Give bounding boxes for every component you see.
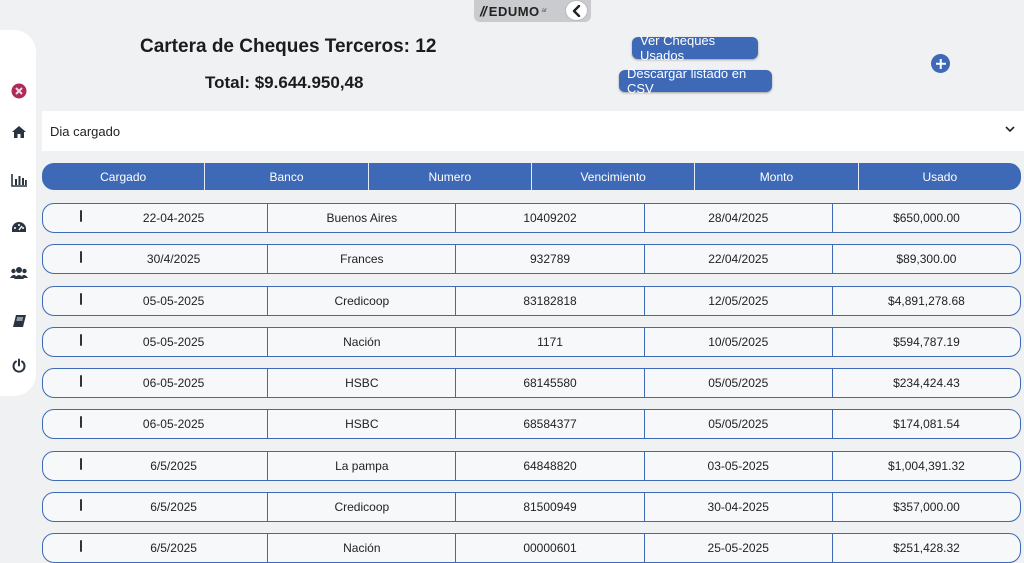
dashboard-icon[interactable] [10,218,28,236]
cell-monto: $174,081.54 [893,417,960,431]
cell-vencimiento: 28/04/2025 [645,204,833,232]
cell-monto: $357,000.00 [893,500,960,514]
cell-vencimiento: 25-05-2025 [645,534,833,562]
cell-vencimiento: 22/04/2025 [645,245,833,273]
table-row[interactable]: 30/4/2025 Frances 932789 22/04/2025 $89,300.… [42,244,1021,274]
cell-banco: Frances [268,245,457,273]
cell-cargado: 22-04-2025 [80,204,269,232]
cell-banco: La pampa [268,452,457,480]
collapse-header-button[interactable] [565,0,588,21]
chevron-left-icon [572,4,580,17]
download-csv-button[interactable]: Descargar listado en CSV [619,66,772,96]
cell-banco: HSBC [268,410,457,438]
row-checkbox-cell [43,452,82,480]
cell-monto: $594,787.19 [893,335,960,349]
cell-numero: 83182818 [456,287,645,315]
table-row[interactable]: 06-05-2025 HSBC 68145580 05/05/2025 $234,424… [42,368,1021,398]
logo-mark-icon: // [480,3,487,19]
cell-cargado: 06-05-2025 [80,369,269,397]
cell-cargado: 6/5/2025 [80,493,269,521]
book-icon[interactable] [10,312,28,330]
row-checkbox-cell [43,534,82,562]
cell-numero: 68145580 [456,369,645,397]
column-header[interactable]: Numero [369,163,532,190]
home-icon[interactable] [10,123,28,141]
view-used-checks-button[interactable]: Ver Cheques Usados [632,33,758,63]
cell-numero: 00000601 [456,534,645,562]
cell-numero: 68584377 [456,410,645,438]
cell-numero: 1171 [456,328,645,356]
cell-banco: Nación [268,534,457,562]
logo-suffix: ar [541,8,548,14]
cell-cargado: 6/5/2025 [80,534,269,562]
close-icon[interactable] [10,82,28,100]
chevron-down-icon [1005,126,1015,133]
cell-monto: $89,300.00 [896,252,957,266]
cell-banco: Nación [268,328,457,356]
cell-numero: 81500949 [456,493,645,521]
cell-cargado: 05-05-2025 [80,287,269,315]
cell-vencimiento: 03-05-2025 [645,452,833,480]
cell-numero: 64848820 [456,452,645,480]
row-checkbox-cell [43,287,82,315]
logo-text: EDUMO [488,3,540,19]
table-row[interactable]: 22-04-2025 Buenos Aires 10409202 28/04/2025… [42,203,1021,233]
total-amount: Total: $9.644.950,48 [205,73,364,92]
power-icon[interactable] [10,357,28,375]
table-row[interactable]: 6/5/2025 Nación 00000601 25-05-2025 $251,428… [42,533,1021,563]
table-row[interactable]: 05-05-2025 Credicoop 83182818 12/05/2025 $4,… [42,286,1021,316]
column-header[interactable]: Usado [859,163,1021,190]
cell-cargado: 30/4/2025 [80,245,269,273]
table-row[interactable]: 6/5/2025 Credicoop 81500949 30-04-2025 $357,… [42,492,1021,522]
cell-banco: Buenos Aires [268,204,457,232]
column-header[interactable]: Vencimiento [532,163,696,190]
column-header[interactable]: Banco [205,163,369,190]
sort-select[interactable]: Dia cargado [42,111,1024,151]
row-checkbox-cell [43,204,82,232]
column-header[interactable]: Monto [695,163,859,190]
cell-vencimiento: 10/05/2025 [645,328,833,356]
table-row[interactable]: 05-05-2025 Nación 1171 10/05/2025 $594,787.1… [42,327,1021,357]
table-row[interactable]: 6/5/2025 La pampa 64848820 03-05-2025 $1,004… [42,451,1021,481]
row-checkbox-cell [43,493,82,521]
add-check-button[interactable] [931,54,950,73]
cell-vencimiento: 30-04-2025 [645,493,833,521]
cell-cargado: 05-05-2025 [80,328,269,356]
cell-cargado: 06-05-2025 [80,410,269,438]
row-checkbox-cell [43,369,82,397]
cell-monto: $234,424.43 [893,376,960,390]
cell-numero: 10409202 [456,204,645,232]
cell-monto: $251,428.32 [893,541,960,555]
page-title: Cartera de Cheques Terceros: 12 [140,36,437,57]
row-checkbox-cell [43,410,82,438]
cell-monto: $4,891,278.68 [888,294,965,308]
table-row[interactable]: 06-05-2025 HSBC 68584377 05/05/2025 $174,081… [42,409,1021,439]
cell-banco: Credicoop [268,493,457,521]
sidebar [0,30,36,396]
table-header: Cargado Banco Numero Vencimiento Monto U… [42,163,1021,190]
row-checkbox-cell [43,245,82,273]
sort-select-value: Dia cargado [50,123,121,139]
cell-vencimiento: 12/05/2025 [645,287,833,315]
column-header[interactable]: Cargado [42,163,206,190]
cell-banco: Credicoop [268,287,457,315]
chart-icon[interactable] [10,171,28,189]
cell-monto: $650,000.00 [893,211,960,225]
cell-cargado: 6/5/2025 [80,452,269,480]
cell-numero: 932789 [456,245,645,273]
users-icon[interactable] [10,264,28,282]
cell-monto: $1,004,391.32 [888,459,965,473]
cell-banco: HSBC [268,369,457,397]
cell-vencimiento: 05/05/2025 [645,369,833,397]
row-checkbox-cell [43,328,82,356]
cell-vencimiento: 05/05/2025 [645,410,833,438]
